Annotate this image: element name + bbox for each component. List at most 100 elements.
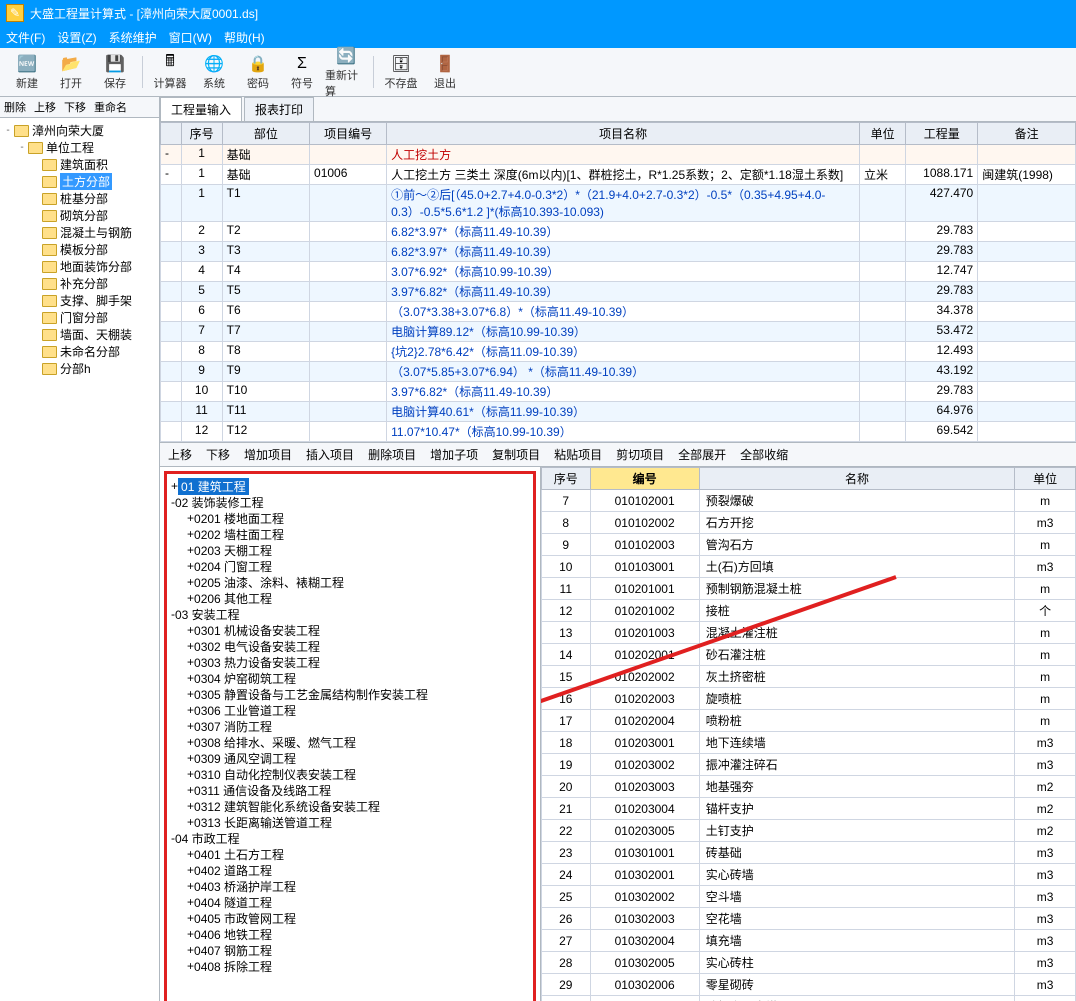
grid-cell[interactable]: 29.783 <box>906 242 978 262</box>
expand-toggle[interactable]: + <box>187 591 194 605</box>
grid-cell[interactable] <box>978 302 1076 322</box>
grid-header[interactable]: 备注 <box>978 123 1076 145</box>
grid-cell[interactable]: 6 <box>181 302 222 322</box>
grid-cell[interactable] <box>310 222 387 242</box>
grid-cell[interactable] <box>860 145 906 165</box>
grid-cell[interactable]: {坑2}2.78*6.42*（标高11.09-10.39） <box>387 342 860 362</box>
expand-toggle[interactable]: + <box>187 879 194 893</box>
item-cell[interactable]: 010302002 <box>590 886 699 908</box>
category-node[interactable]: +0203 天棚工程 <box>171 542 529 558</box>
tree-node[interactable]: 砌筑分部 <box>2 207 157 224</box>
expand-toggle[interactable]: + <box>187 671 194 685</box>
menu-item[interactable]: 帮助(H) <box>224 29 265 46</box>
item-cell[interactable]: 喷粉桩 <box>699 710 1015 732</box>
item-cell[interactable]: 25 <box>542 886 591 908</box>
item-cell[interactable]: 010302004 <box>590 930 699 952</box>
item-cell[interactable]: 19 <box>542 754 591 776</box>
grid-cell[interactable]: 1088.171 <box>906 165 978 185</box>
grid-cell[interactable]: 10 <box>181 382 222 402</box>
category-node[interactable]: +0407 钢筋工程 <box>171 942 529 958</box>
item-cell[interactable]: 地基强夯 <box>699 776 1015 798</box>
item-cell[interactable]: m3 <box>1015 842 1076 864</box>
grid-cell[interactable] <box>310 145 387 165</box>
item-cell[interactable]: 010201003 <box>590 622 699 644</box>
left-op-上移[interactable]: 上移 <box>34 99 56 115</box>
main-grid[interactable]: 序号部位项目编号项目名称单位工程量备注-1基础人工挖土方-1基础01006人工挖… <box>160 122 1076 442</box>
item-cell[interactable]: m3 <box>1015 996 1076 1001</box>
item-cell[interactable]: m3 <box>1015 952 1076 974</box>
grid-cell[interactable]: - <box>161 165 182 185</box>
category-node[interactable]: +0304 炉窑砌筑工程 <box>171 670 529 686</box>
grid-cell[interactable] <box>161 282 182 302</box>
grid-cell[interactable]: 64.976 <box>906 402 978 422</box>
grid-cell[interactable]: 基础 <box>222 145 309 165</box>
item-cell[interactable]: 预裂爆破 <box>699 490 1015 512</box>
grid-row[interactable]: 3T36.82*3.97*（标高11.49-10.39）29.783 <box>161 242 1076 262</box>
grid-cell[interactable]: 53.472 <box>906 322 978 342</box>
item-cell[interactable]: 7 <box>542 490 591 512</box>
item-cell[interactable]: 接桩 <box>699 600 1015 622</box>
grid-header[interactable]: 序号 <box>181 123 222 145</box>
item-cell[interactable]: m2 <box>1015 820 1076 842</box>
item-cell[interactable]: m3 <box>1015 864 1076 886</box>
item-row[interactable]: 25010302002空斗墙m3 <box>542 886 1076 908</box>
grid-cell[interactable]: T12 <box>222 422 309 442</box>
grid-cell[interactable]: 12.747 <box>906 262 978 282</box>
grid-cell[interactable]: T7 <box>222 322 309 342</box>
grid-cell[interactable] <box>161 342 182 362</box>
tree-node[interactable]: 支撑、脚手架 <box>2 292 157 309</box>
grid-cell[interactable] <box>161 362 182 382</box>
expand-toggle[interactable]: + <box>187 639 194 653</box>
item-cell[interactable]: 土钉支护 <box>699 820 1015 842</box>
item-cell[interactable]: 010103001 <box>590 556 699 578</box>
grid-cell[interactable]: 7 <box>181 322 222 342</box>
item-cell[interactable]: 实心砖柱 <box>699 952 1015 974</box>
grid-cell[interactable]: 6.82*3.97*（标高11.49-10.39） <box>387 242 860 262</box>
category-node[interactable]: -04 市政工程 <box>171 830 529 846</box>
item-cell[interactable]: 010302006 <box>590 974 699 996</box>
grid-cell[interactable]: 01006 <box>310 165 387 185</box>
category-node[interactable]: +0403 桥涵护岸工程 <box>171 878 529 894</box>
category-node[interactable]: +0401 土石方工程 <box>171 846 529 862</box>
grid-cell[interactable] <box>310 342 387 362</box>
grid-cell[interactable]: 立米 <box>860 165 906 185</box>
item-cell[interactable]: 23 <box>542 842 591 864</box>
item-cell[interactable]: 010203002 <box>590 754 699 776</box>
op-全部展开[interactable]: 全部展开 <box>678 446 726 463</box>
expand-toggle[interactable]: - <box>16 142 28 153</box>
item-cell[interactable]: 13 <box>542 622 591 644</box>
grid-cell[interactable]: 电脑计算89.12*（标高10.99-10.39） <box>387 322 860 342</box>
grid-cell[interactable] <box>978 322 1076 342</box>
grid-cell[interactable]: 闽建筑(1998) <box>978 165 1076 185</box>
grid-cell[interactable]: T1 <box>222 185 309 222</box>
item-cell[interactable]: 混凝土灌注桩 <box>699 622 1015 644</box>
item-cell[interactable]: 27 <box>542 930 591 952</box>
op-复制项目[interactable]: 复制项目 <box>492 446 540 463</box>
item-row[interactable]: 26010302003空花墙m3 <box>542 908 1076 930</box>
item-cell[interactable]: m2 <box>1015 798 1076 820</box>
grid-cell[interactable]: 1 <box>181 145 222 165</box>
item-cell[interactable]: 010202003 <box>590 688 699 710</box>
expand-toggle[interactable]: + <box>187 767 194 781</box>
grid-cell[interactable]: 29.783 <box>906 282 978 302</box>
category-node[interactable]: +0404 隧道工程 <box>171 894 529 910</box>
item-cell[interactable]: 锚杆支护 <box>699 798 1015 820</box>
item-cell[interactable]: 砖烟囱、水塔 <box>699 996 1015 1001</box>
item-cell[interactable]: 010203003 <box>590 776 699 798</box>
expand-toggle[interactable]: + <box>187 911 194 925</box>
grid-cell[interactable]: 29.783 <box>906 382 978 402</box>
grid-cell[interactable] <box>161 422 182 442</box>
category-node[interactable]: +0204 门窗工程 <box>171 558 529 574</box>
item-header[interactable]: 名称 <box>699 468 1015 490</box>
item-cell[interactable]: 29 <box>542 974 591 996</box>
item-row[interactable]: 28010302005实心砖柱m3 <box>542 952 1076 974</box>
item-cell[interactable]: 12 <box>542 600 591 622</box>
tree-node[interactable]: 分部h <box>2 360 157 377</box>
grid-cell[interactable] <box>860 185 906 222</box>
tree-node[interactable]: 墙面、天棚装 <box>2 326 157 343</box>
category-node[interactable]: +0303 热力设备安装工程 <box>171 654 529 670</box>
item-header[interactable]: 单位 <box>1015 468 1076 490</box>
item-cell[interactable]: 空斗墙 <box>699 886 1015 908</box>
category-node[interactable]: +0408 拆除工程 <box>171 958 529 974</box>
expand-toggle[interactable]: + <box>187 543 194 557</box>
